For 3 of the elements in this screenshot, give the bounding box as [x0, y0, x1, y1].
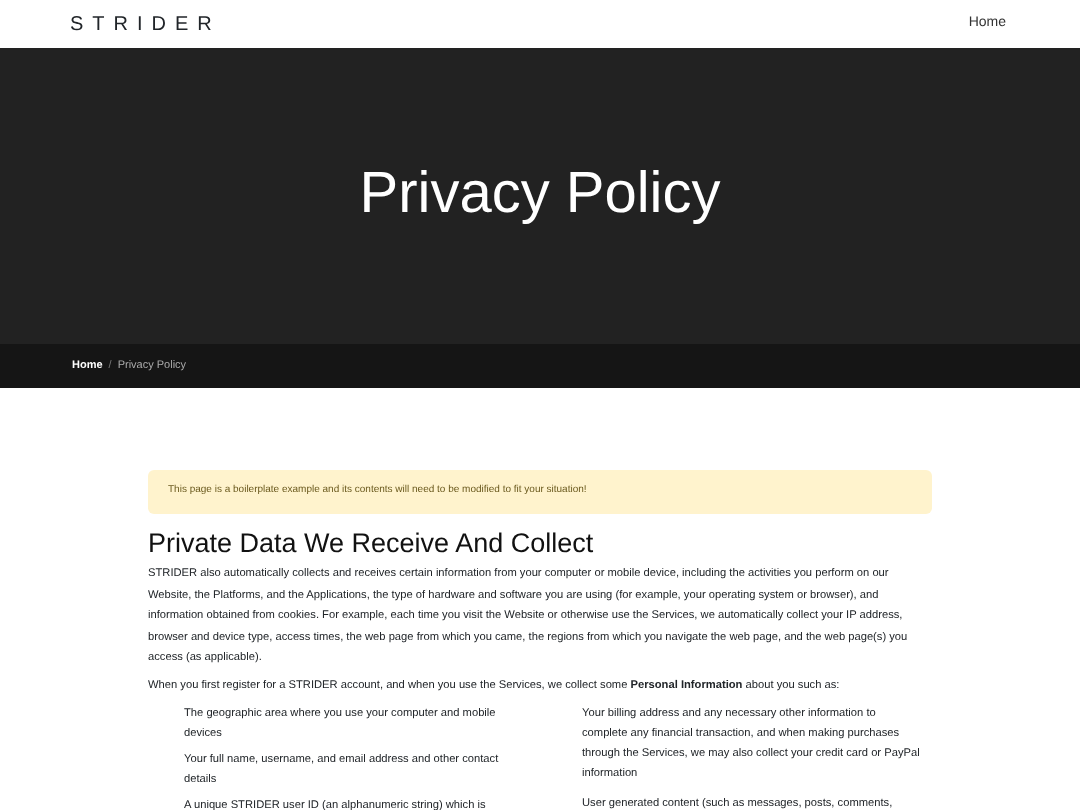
brand-logo[interactable]: STRIDER	[70, 9, 221, 39]
hero-title: Privacy Policy	[359, 160, 721, 231]
section-heading: Private Data We Receive And Collect	[148, 526, 596, 562]
